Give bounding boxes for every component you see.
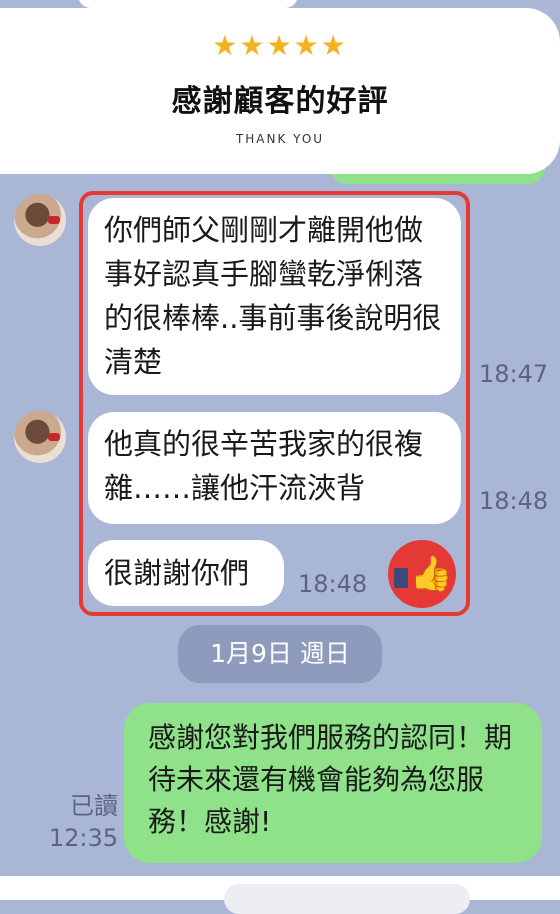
- message-text: 他真的很辛苦我家的很複雜……讓他汗流浹背: [104, 427, 424, 505]
- read-receipt: 已讀 12:35: [48, 790, 118, 854]
- customer-avatar[interactable]: [14, 194, 66, 246]
- five-star-rating: ★★★★★: [0, 30, 560, 62]
- message-time: 18:48: [479, 487, 549, 515]
- read-label: 已讀: [70, 792, 118, 820]
- review-banner: ★★★★★ 感謝顧客的好評 THANK YOU: [0, 8, 560, 174]
- chat-bubble[interactable]: 很謝謝你們: [88, 540, 284, 606]
- banner-title: 感謝顧客的好評: [171, 84, 389, 119]
- chat-bubble[interactable]: 他真的很辛苦我家的很複雜……讓他汗流浹背: [88, 412, 461, 524]
- message-time: 18:47: [479, 360, 549, 388]
- customer-avatar[interactable]: [14, 411, 66, 463]
- message-text: 你們師父剛剛才離開他做事好認真手腳蠻乾淨俐落的很棒棒..事前事後說明很清楚: [104, 213, 442, 379]
- reply-time: 12:35: [48, 824, 118, 852]
- date-separator: 1月9日 週日: [178, 625, 382, 683]
- chat-bubble[interactable]: 你們師父剛剛才離開他做事好認真手腳蠻乾淨俐落的很棒棒..事前事後說明很清楚: [88, 198, 461, 395]
- reply-text: 感謝您對我們服務的認同！期待未來還有機會能夠為您服務！感謝!: [148, 721, 513, 838]
- message-text: 很謝謝你們: [104, 556, 250, 590]
- thumbs-up-icon: 👍: [388, 540, 456, 608]
- message-time: 18:48: [298, 570, 368, 598]
- star-icon: ★★★★★: [212, 29, 348, 62]
- previous-message-bubble: [78, 0, 298, 8]
- banner-subtitle: THANK YOU: [235, 132, 325, 146]
- reply-bubble[interactable]: 感謝您對我們服務的認同！期待未來還有機會能夠為您服務！感謝!: [124, 703, 542, 863]
- next-message-bubble: [224, 884, 470, 914]
